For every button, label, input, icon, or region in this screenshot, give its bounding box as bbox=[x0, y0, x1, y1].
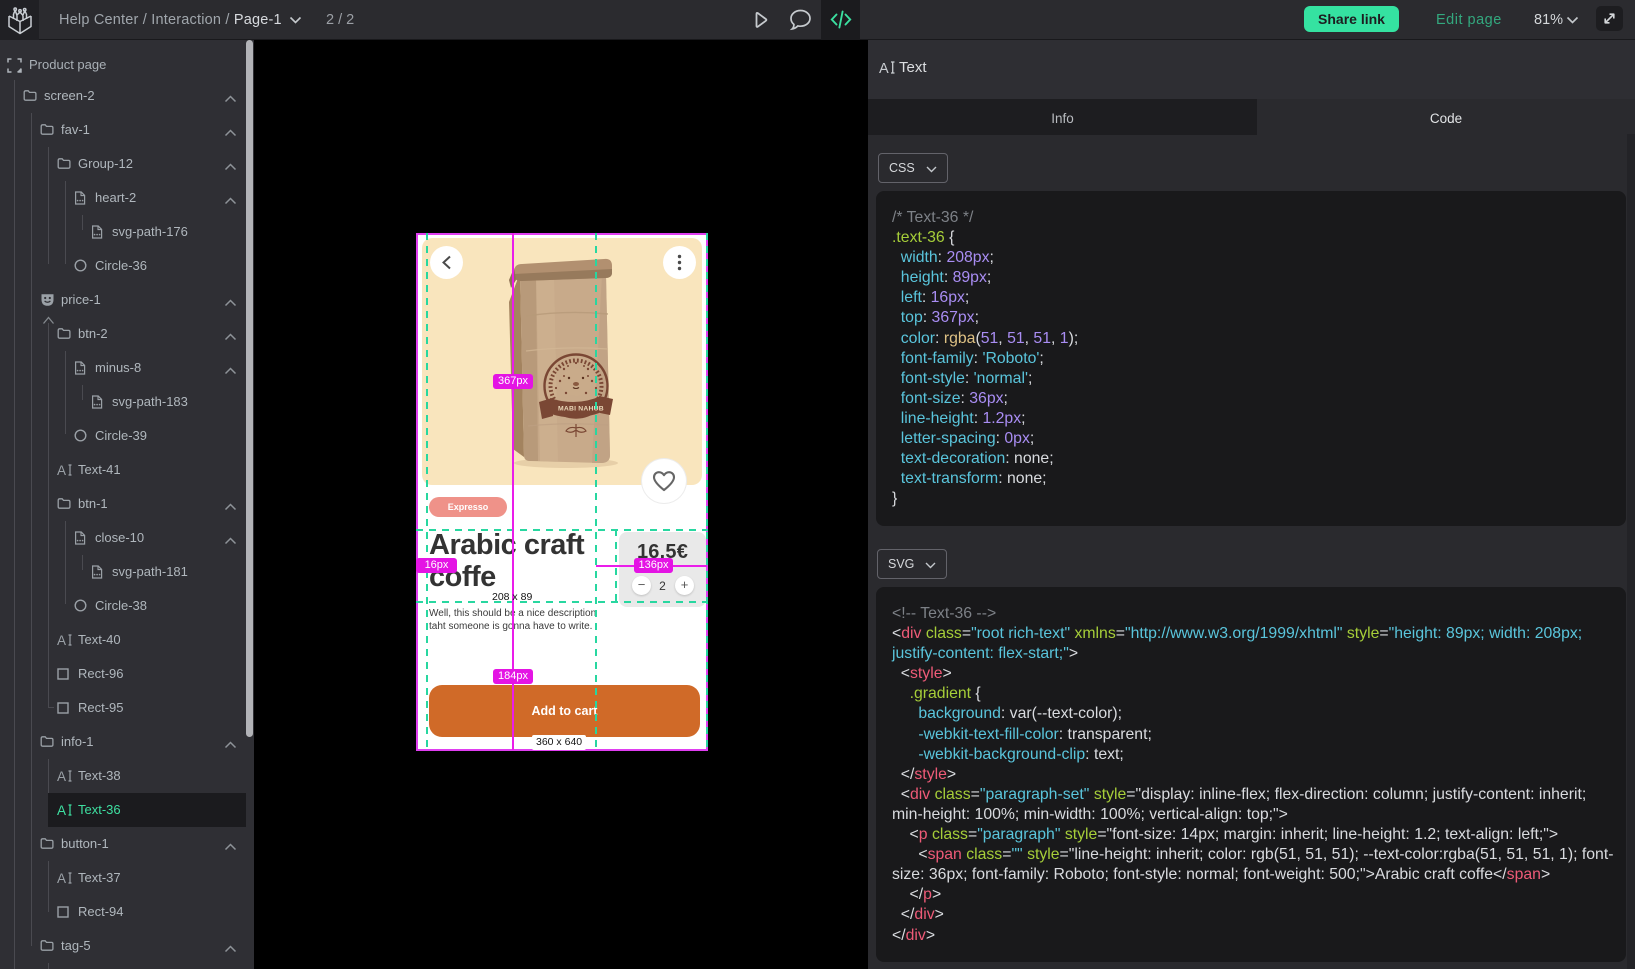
svg-text:A: A bbox=[57, 769, 66, 783]
svg-text:A: A bbox=[57, 803, 66, 817]
svg-text:A: A bbox=[57, 633, 66, 647]
svg-text:A: A bbox=[879, 61, 889, 75]
svg-text:A: A bbox=[57, 871, 66, 885]
svg-text:A: A bbox=[57, 463, 66, 477]
